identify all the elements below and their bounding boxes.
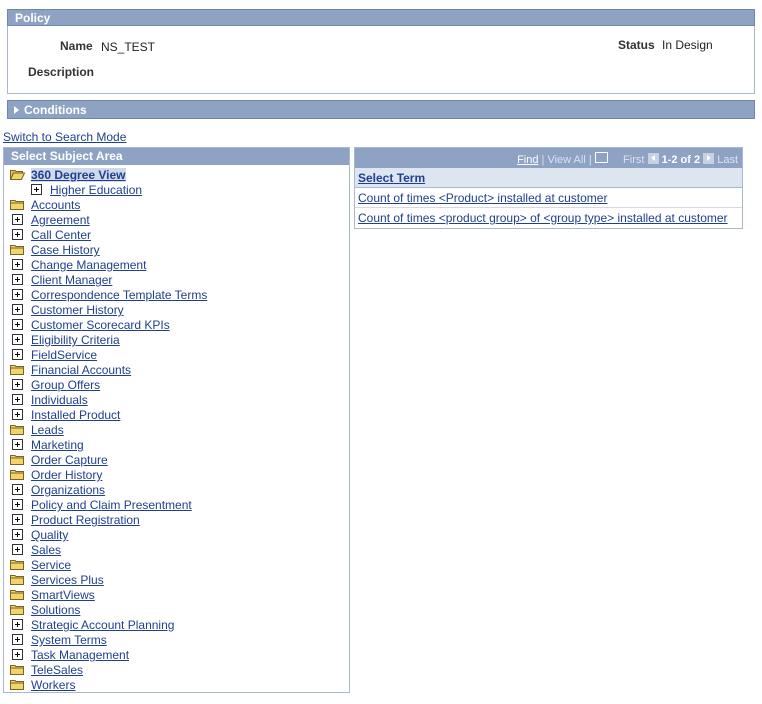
tree-item-label[interactable]: Individuals: [31, 393, 88, 407]
term-link[interactable]: Count of times <product group> of <group…: [358, 211, 728, 225]
tree-item-label[interactable]: Correspondence Template Terms: [31, 288, 207, 302]
folder-icon: [10, 244, 25, 258]
folder-icon: [10, 454, 25, 468]
subject-area-panel: Select Subject Area 360 Degree View Highe…: [3, 147, 350, 693]
next-arrow-icon[interactable]: [703, 153, 715, 164]
folder-icon: [10, 679, 25, 693]
tree-item-label[interactable]: 360 Degree View: [31, 168, 126, 182]
table-row: Count of times <product group> of <group…: [355, 208, 742, 228]
tree-item-label[interactable]: Organizations: [31, 483, 105, 497]
tree-item-label[interactable]: Accounts: [31, 198, 80, 212]
folder-icon: [10, 664, 25, 678]
subject-area-header: Select Subject Area: [4, 148, 349, 165]
status-value: In Design: [662, 38, 713, 52]
tree-item-label[interactable]: Workers: [31, 678, 75, 692]
name-label: Name: [60, 39, 93, 53]
folder-icon: [10, 559, 25, 573]
tree-item-label[interactable]: Higher Education: [50, 183, 142, 197]
conditions-label: Conditions: [24, 103, 87, 117]
tree-item-label[interactable]: TeleSales: [31, 663, 83, 677]
tree-item-label[interactable]: Client Manager: [31, 273, 112, 287]
tree-item-label[interactable]: Installed Product: [31, 408, 120, 422]
open-folder-icon: [9, 169, 26, 183]
tree-item-label[interactable]: Task Management: [31, 648, 129, 662]
tree-item-label[interactable]: System Terms: [31, 633, 107, 647]
tree-item-label[interactable]: Strategic Account Planning: [31, 618, 174, 632]
tree-item-label[interactable]: Call Center: [31, 228, 91, 242]
nav-separator: |: [541, 154, 545, 166]
conditions-section-header[interactable]: Conditions: [7, 100, 755, 119]
first-label: First: [623, 154, 645, 166]
column-header[interactable]: Select Term: [355, 168, 742, 188]
term-link[interactable]: Count of times <Product> installed at cu…: [358, 191, 607, 205]
folder-icon: [10, 364, 25, 378]
zoom-grid-icon[interactable]: [594, 152, 608, 163]
tree-item-label[interactable]: Group Offers: [31, 378, 100, 392]
row-count: 1-2 of 2: [661, 154, 701, 166]
tree-item-label[interactable]: Marketing: [31, 438, 84, 452]
tree-item-label[interactable]: Order History: [31, 468, 102, 482]
previous-arrow-icon[interactable]: [647, 153, 659, 164]
tree-item-label[interactable]: Solutions: [31, 603, 80, 617]
tree-item-label[interactable]: Sales: [31, 543, 61, 557]
tree-item-label[interactable]: SmartViews: [31, 588, 95, 602]
tree-item-label[interactable]: Order Capture: [31, 453, 108, 467]
policy-section-header: Policy: [7, 9, 755, 26]
tree-item-label[interactable]: Policy and Claim Presentment: [31, 498, 192, 512]
tree-item-label[interactable]: Product Registration: [31, 513, 140, 527]
folder-icon: [10, 589, 25, 603]
tree-item-label[interactable]: Services Plus: [31, 573, 104, 587]
tree-item-label[interactable]: Eligibility Criteria: [31, 333, 120, 347]
folder-icon: [10, 574, 25, 588]
last-label: Last: [717, 154, 738, 166]
tree-item-label[interactable]: Quality: [31, 528, 68, 542]
find-link[interactable]: Find: [517, 154, 538, 166]
view-all-link[interactable]: View All: [547, 154, 585, 166]
switch-to-search-mode-link[interactable]: Switch to Search Mode: [3, 130, 126, 144]
tree-item-label[interactable]: Change Management: [31, 258, 146, 272]
term-grid: Find | View All | First 1-2 of 2 Last Se…: [354, 147, 743, 229]
policy-details-box: Name NS_TEST Status In Design Descriptio…: [7, 26, 755, 94]
folder-icon: [10, 604, 25, 618]
tree-item-label[interactable]: Financial Accounts: [31, 363, 131, 377]
tree-item-label[interactable]: Customer Scorecard KPIs: [31, 318, 170, 332]
folder-icon: [10, 469, 25, 483]
table-row: Count of times <Product> installed at cu…: [355, 188, 742, 208]
name-value: NS_TEST: [101, 40, 156, 54]
tree-item-label[interactable]: Case History: [31, 243, 100, 257]
status-label: Status: [618, 38, 655, 52]
grid-navigation-bar: Find | View All | First 1-2 of 2 Last: [355, 148, 742, 168]
nav-separator: |: [588, 154, 592, 166]
select-term-header[interactable]: Select Term: [358, 171, 425, 185]
tree-item-label[interactable]: Leads: [31, 423, 64, 437]
tree-item-label[interactable]: Agreement: [31, 213, 90, 227]
tree-item-label[interactable]: FieldService: [31, 348, 97, 362]
folder-icon: [10, 199, 25, 213]
description-label: Description: [28, 65, 95, 79]
tree-item-label[interactable]: Customer History: [31, 303, 124, 317]
expand-triangle-icon: [14, 106, 19, 114]
folder-icon: [10, 424, 25, 438]
tree-item-label[interactable]: Service: [31, 558, 71, 572]
